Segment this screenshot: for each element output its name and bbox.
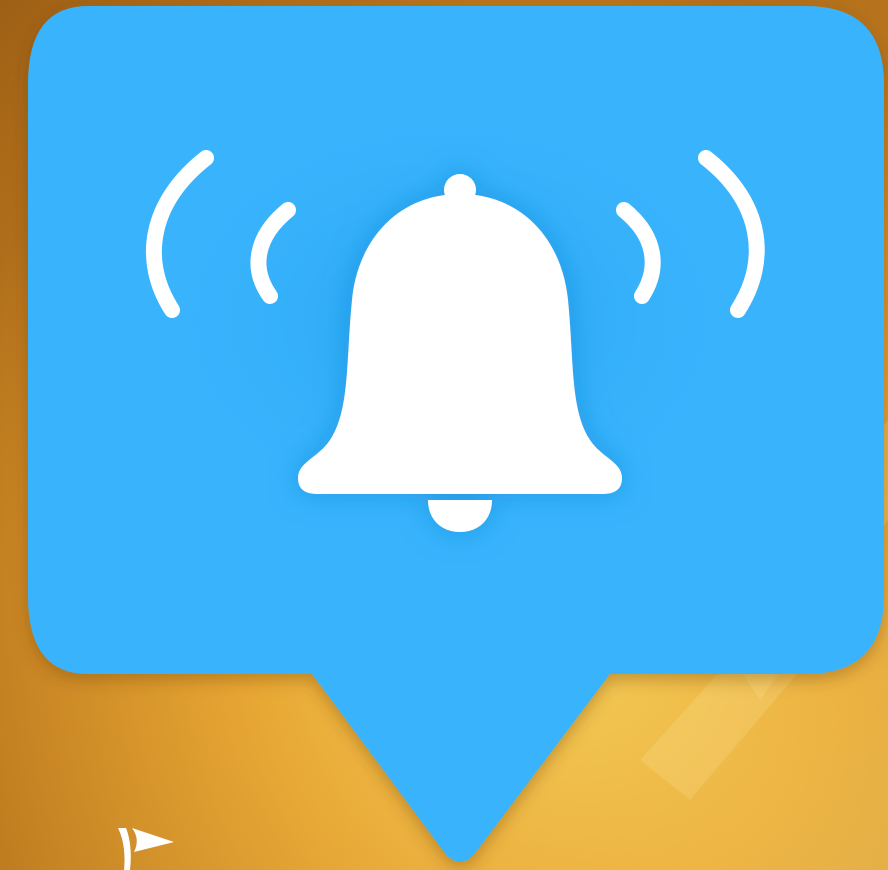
sound-wave-right-inner: [616, 202, 661, 304]
bell-body: [298, 194, 622, 494]
sound-wave-left-inner: [250, 202, 296, 304]
bell-clapper: [428, 500, 492, 532]
notification-graphic: [0, 0, 888, 870]
sound-wave-right-outer: [698, 150, 765, 318]
flag-logo-icon: [118, 828, 174, 870]
sound-wave-left-outer: [145, 150, 214, 318]
bell-icon: [145, 150, 765, 532]
